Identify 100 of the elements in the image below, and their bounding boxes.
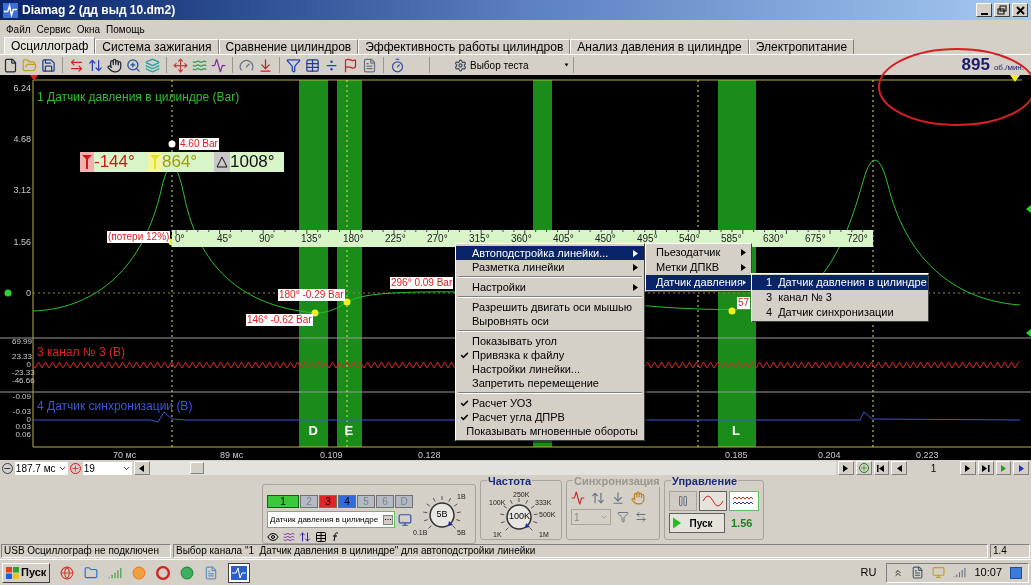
- step-down-icon[interactable]: [611, 491, 625, 505]
- monitor-icon[interactable]: [398, 512, 412, 527]
- menu-item[interactable]: Окна: [76, 21, 101, 37]
- time-scale-dropdown[interactable]: 187.7 мс: [14, 461, 68, 475]
- menu-item[interactable]: Выровнять оси: [456, 314, 644, 328]
- play-button[interactable]: [1013, 461, 1029, 475]
- document-icon[interactable]: [204, 565, 219, 580]
- zoom-in-icon[interactable]: [126, 57, 141, 73]
- menu-item[interactable]: Пьезодатчик: [646, 245, 751, 260]
- vertical-arrows-icon[interactable]: [299, 531, 311, 543]
- file-icon[interactable]: [3, 57, 18, 73]
- menu-item[interactable]: Разрешить двигать оси мышью: [456, 300, 644, 314]
- channel-button[interactable]: 1: [267, 495, 299, 508]
- menu-item[interactable]: 3 канал № 3: [752, 290, 928, 305]
- language-indicator[interactable]: RU: [860, 564, 877, 581]
- menu-item[interactable]: Метки ДПКВ: [646, 260, 751, 275]
- filter-icon[interactable]: [617, 511, 629, 523]
- minimize-button[interactable]: [976, 3, 992, 17]
- tab[interactable]: Осциллограф: [4, 37, 96, 54]
- menu-item[interactable]: Автоподстройка линейки...: [456, 246, 644, 260]
- menu-item[interactable]: Показывать угол: [456, 334, 644, 348]
- y-tick-label: 69.99: [12, 338, 31, 346]
- menu-item[interactable]: 4 Датчик синхронизации: [752, 305, 928, 320]
- scrollbar[interactable]: [133, 461, 837, 475]
- move-icon[interactable]: [173, 57, 188, 73]
- y-tick-label: 0: [25, 288, 31, 298]
- table-icon[interactable]: [305, 57, 320, 73]
- waves-mode-button[interactable]: [729, 491, 759, 511]
- document-icon[interactable]: [362, 57, 377, 73]
- menu-item[interactable]: Датчик давления: [646, 275, 751, 290]
- save-icon[interactable]: [41, 57, 56, 73]
- point-label: 4.60 Bar: [179, 138, 219, 150]
- tab[interactable]: Электропитание: [748, 39, 855, 54]
- channel-name-field[interactable]: Датчик давления в цилиндре: [267, 511, 395, 528]
- zoom-in-icon[interactable]: [69, 462, 81, 474]
- circle-icon[interactable]: [180, 565, 195, 580]
- menu-item[interactable]: Привязка к файлу: [456, 348, 644, 362]
- next-button[interactable]: [960, 461, 976, 475]
- filter-icon[interactable]: [286, 57, 301, 73]
- waveform-icon[interactable]: [211, 57, 226, 73]
- add-button[interactable]: [855, 461, 872, 475]
- restore-button[interactable]: [994, 3, 1010, 17]
- tab[interactable]: Система зажигания: [95, 39, 219, 54]
- close-button[interactable]: [1012, 3, 1028, 17]
- signal-icon[interactable]: [953, 566, 967, 579]
- y-tick-label: -0.03: [12, 408, 31, 416]
- start-button[interactable]: Пуск: [2, 562, 51, 583]
- baseline-icon[interactable]: [258, 57, 273, 73]
- layers-icon[interactable]: [145, 57, 160, 73]
- tab[interactable]: Анализ давления в цилиндре: [570, 39, 749, 54]
- menu-item[interactable]: Сервис: [36, 21, 71, 37]
- expand-icon[interactable]: [893, 567, 904, 578]
- menu-item[interactable]: Разметка линейки: [456, 260, 644, 274]
- tab[interactable]: Эффективность работы цилиндров: [358, 39, 571, 54]
- start-button[interactable]: Пуск: [669, 513, 725, 533]
- scroll-left-button[interactable]: [133, 461, 150, 475]
- scroll-thumb[interactable]: [189, 462, 204, 474]
- menu-item[interactable]: Запретить перемещение: [456, 376, 644, 390]
- menu-item[interactable]: Расчет УОЗ: [456, 396, 644, 410]
- taskbar-app-button[interactable]: [228, 562, 251, 583]
- ruler-label: 360°: [511, 234, 532, 243]
- ruler-label: 45°: [217, 234, 233, 243]
- folder-icon[interactable]: [84, 565, 99, 580]
- gauge-icon[interactable]: [239, 57, 254, 73]
- channel-button[interactable]: 4: [338, 495, 356, 508]
- last-button[interactable]: [977, 461, 994, 475]
- test-select-dropdown[interactable]: Выбор теста: [454, 56, 569, 74]
- first-button[interactable]: [873, 461, 890, 475]
- previous-button[interactable]: [891, 461, 908, 475]
- pause-button[interactable]: [669, 491, 697, 511]
- device-icon[interactable]: [911, 566, 925, 579]
- menu-item[interactable]: Расчет угла ДПРВ: [456, 410, 644, 424]
- channel-button[interactable]: 3: [319, 495, 337, 508]
- function-icon[interactable]: [331, 532, 341, 542]
- x-tick-label: 0.128: [418, 450, 441, 460]
- menu-item[interactable]: Настройки: [456, 280, 644, 294]
- hand-icon[interactable]: [107, 57, 122, 73]
- menu-item[interactable]: Настройки линейки...: [456, 362, 644, 376]
- circle-icon[interactable]: [156, 565, 171, 580]
- eye-icon[interactable]: [267, 531, 279, 543]
- menu-item[interactable]: Помощь: [106, 21, 145, 37]
- menu-item[interactable]: Файл: [6, 21, 31, 37]
- browser-icon[interactable]: [60, 565, 75, 580]
- divide-icon[interactable]: [324, 57, 339, 73]
- sine-wave-icon: [702, 495, 724, 507]
- flag-icon[interactable]: [343, 57, 358, 73]
- menu-item[interactable]: 1 Датчик давления в цилиндре: [752, 275, 928, 290]
- arrows-icon[interactable]: [635, 511, 647, 523]
- tab[interactable]: Сравнение цилиндров: [218, 39, 359, 54]
- desktop-icon[interactable]: [1010, 566, 1022, 579]
- sine-mode-button[interactable]: [699, 491, 727, 511]
- menu-item[interactable]: Показывать мгновенные обороты: [456, 424, 644, 438]
- play-button[interactable]: [838, 461, 854, 475]
- ruler-label: 675°: [805, 234, 826, 243]
- play-icon: [1018, 464, 1024, 472]
- timer-icon[interactable]: [390, 57, 405, 73]
- zoom-dropdown[interactable]: 19: [82, 461, 132, 475]
- lines-icon[interactable]: [315, 531, 327, 543]
- vertical-arrows-icon[interactable]: [88, 57, 103, 73]
- waves-icon[interactable]: [283, 531, 295, 543]
